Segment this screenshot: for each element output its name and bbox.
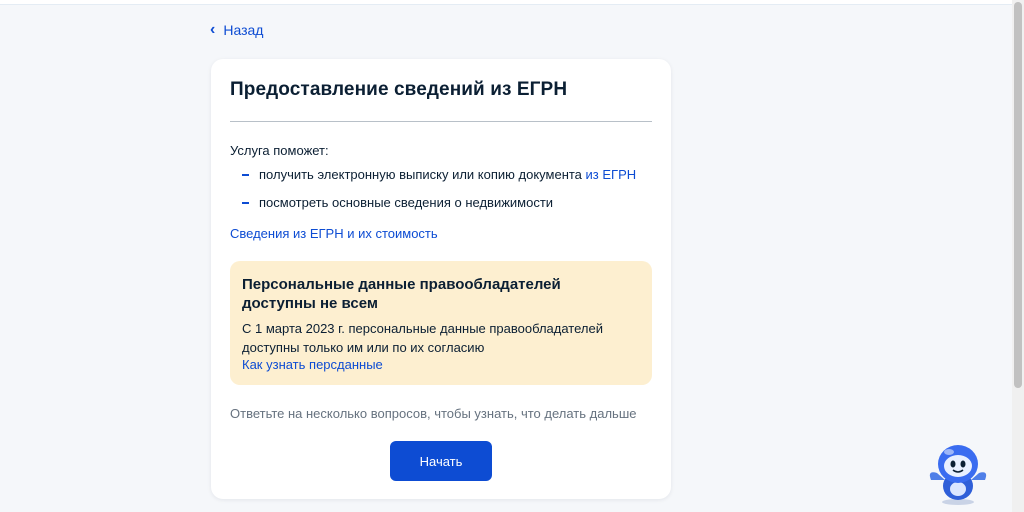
egrn-cost-link[interactable]: Сведения из ЕГРН и их стоимость: [230, 226, 438, 241]
service-card: Предоставление сведений из ЕГРН Услуга п…: [211, 59, 671, 499]
back-link-label: Назад: [223, 22, 264, 38]
list-item-text: получить электронную выписку или копию д…: [259, 167, 636, 182]
bullet-dash-icon: [242, 201, 249, 204]
list-item-text: посмотреть основные сведения о недвижимо…: [259, 195, 554, 210]
top-header-strip: [0, 0, 1012, 5]
personal-data-link[interactable]: Как узнать персданные: [242, 357, 383, 372]
page-title: Предоставление сведений из ЕГРН: [230, 79, 568, 100]
divider: [230, 121, 652, 122]
service-intro: Услуга поможет:: [230, 143, 329, 158]
start-button[interactable]: Начать: [390, 441, 492, 481]
back-link[interactable]: ‹ Назад: [210, 21, 264, 39]
list-item: посмотреть основные сведения о недвижимо…: [242, 195, 553, 210]
notice-box: Персональные данные правообладателей дос…: [230, 261, 652, 385]
robot-assistant-icon[interactable]: [925, 440, 991, 506]
scrollbar[interactable]: [1012, 0, 1024, 512]
scrollbar-thumb[interactable]: [1014, 2, 1022, 388]
notice-title: Персональные данные правообладателей дос…: [242, 276, 561, 312]
egrn-link[interactable]: из ЕГРН: [586, 167, 637, 182]
hint-text: Ответьте на несколько вопросов, чтобы уз…: [230, 406, 637, 421]
list-item: получить электронную выписку или копию д…: [242, 167, 636, 182]
notice-text: С 1 марта 2023 г. персональные данные пр…: [242, 321, 603, 355]
chevron-left-icon: ‹: [210, 21, 216, 38]
bullet-text: получить электронную выписку или копию д…: [259, 167, 586, 182]
bullet-dash-icon: [242, 173, 249, 176]
